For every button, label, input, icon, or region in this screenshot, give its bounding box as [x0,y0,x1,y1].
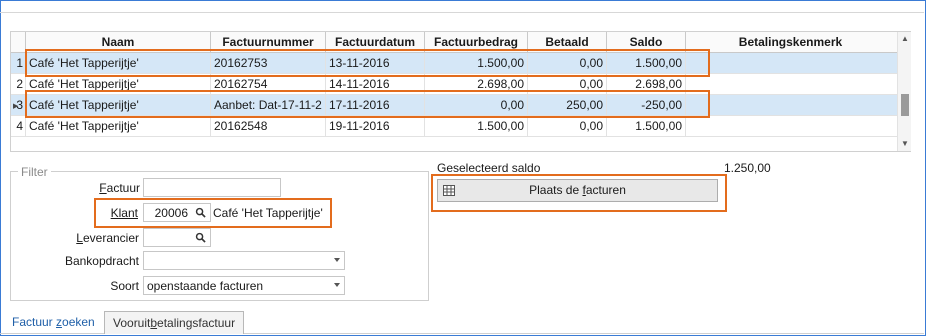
cell-betalingskenmerk[interactable] [686,116,895,136]
header-factuurbedrag[interactable]: Factuurbedrag [425,32,528,53]
table-row[interactable]: 4 Café 'Het Tapperijtje' 20162548 19-11-… [11,116,897,137]
table-row[interactable]: 1 Café 'Het Tapperijtje' 20162753 13-11-… [11,53,897,74]
cell-factuurnummer[interactable]: 20162548 [211,116,326,136]
table-row[interactable]: 2 Café 'Het Tapperijtje' 20162754 14-11-… [11,74,897,95]
filter-group-title: Filter [18,165,51,179]
selected-saldo-value: 1.250,00 [724,161,771,175]
row-number: 2 [11,74,26,94]
current-row-marker-icon: ▶ [13,103,19,110]
row-number: 1 [11,53,26,73]
cell-betaald[interactable]: 0,00 [528,53,607,73]
header-naam[interactable]: Naam [26,32,211,53]
cell-betaald[interactable]: 0,00 [528,116,607,136]
cell-saldo[interactable]: 1.500,00 [607,116,686,136]
cell-factuurdatum[interactable]: 14-11-2016 [326,74,425,94]
grid-scrollbar[interactable]: ▲ ▼ [897,32,911,151]
bankopdracht-label: Bankopdracht [64,254,139,268]
table-row[interactable]: 3 Café 'Het Tapperijtje' Aanbet: Dat-17-… [11,95,897,116]
cell-factuurbedrag[interactable]: 2.698,00 [425,74,528,94]
chevron-down-icon[interactable] [334,283,340,287]
factuur-label: Factuur [99,181,140,195]
cell-saldo[interactable]: 1.500,00 [607,53,686,73]
cell-factuurdatum[interactable]: 13-11-2016 [326,53,425,73]
cell-betalingskenmerk[interactable] [686,53,895,73]
soort-label: Soort [110,279,139,293]
scroll-down-icon[interactable]: ▼ [898,137,912,151]
scrollbar-thumb[interactable] [901,94,909,116]
cell-factuurnummer[interactable]: 20162754 [211,74,326,94]
cell-betaald[interactable]: 250,00 [528,95,607,115]
cell-factuurnummer[interactable]: Aanbet: Dat-17-11-2 [211,95,326,115]
invoice-grid[interactable]: Naam Factuurnummer Factuurdatum Factuurb… [10,31,911,152]
cell-factuurnummer[interactable]: 20162753 [211,53,326,73]
grid-header: Naam Factuurnummer Factuurdatum Factuurb… [11,32,897,53]
cell-saldo[interactable]: 2.698,00 [607,74,686,94]
klant-label[interactable]: Klant [38,206,138,220]
leverancier-input[interactable] [143,228,211,247]
selected-saldo-label: Geselecteerd saldo [437,161,541,175]
tab-factuur-zoeken[interactable]: Factuur zoeken [4,311,103,334]
bankopdracht-select[interactable] [143,251,345,270]
cell-factuurdatum[interactable]: 19-11-2016 [326,116,425,136]
cell-naam[interactable]: Café 'Het Tapperijtje' [26,116,211,136]
header-betaald[interactable]: Betaald [528,32,607,53]
row-number: 4 [11,116,26,136]
cell-naam[interactable]: Café 'Het Tapperijtje' [26,74,211,94]
cell-factuurbedrag[interactable]: 1.500,00 [425,116,528,136]
place-invoices-button[interactable]: Plaats de facturen [437,179,718,202]
klant-name: Café 'Het Tapperijtje' [213,206,323,220]
header-saldo[interactable]: Saldo [607,32,686,53]
chevron-down-icon[interactable] [334,258,340,262]
cell-factuurbedrag[interactable]: 0,00 [425,95,528,115]
grid-icon [443,185,455,196]
cell-betaald[interactable]: 0,00 [528,74,607,94]
cell-naam[interactable]: Café 'Het Tapperijtje' [26,53,211,73]
cell-factuurdatum[interactable]: 17-11-2016 [326,95,425,115]
header-betalingskenmerk[interactable]: Betalingskenmerk [686,32,895,53]
place-invoices-label: Plaats de facturen [529,183,626,197]
search-icon[interactable] [195,207,206,218]
cell-betalingskenmerk[interactable] [686,74,895,94]
cell-saldo[interactable]: -250,00 [607,95,686,115]
header-factuurdatum[interactable]: Factuurdatum [326,32,425,53]
leverancier-label: Leverancier [76,231,139,245]
factuur-input[interactable] [143,178,281,197]
cell-betalingskenmerk[interactable] [686,95,895,115]
soort-select[interactable]: openstaande facturen [143,276,345,295]
header-rownum [11,32,26,53]
cell-naam[interactable]: Café 'Het Tapperijtje' [26,95,211,115]
header-factuurnummer[interactable]: Factuurnummer [211,32,326,53]
top-divider [0,12,924,13]
cell-factuurbedrag[interactable]: 1.500,00 [425,53,528,73]
tab-vooruitbetalingsfactuur[interactable]: Vooruitbetalingsfactuur [104,311,245,334]
scroll-up-icon[interactable]: ▲ [898,32,912,46]
search-icon[interactable] [195,232,206,243]
klant-code-input[interactable]: 20006 [143,203,211,222]
